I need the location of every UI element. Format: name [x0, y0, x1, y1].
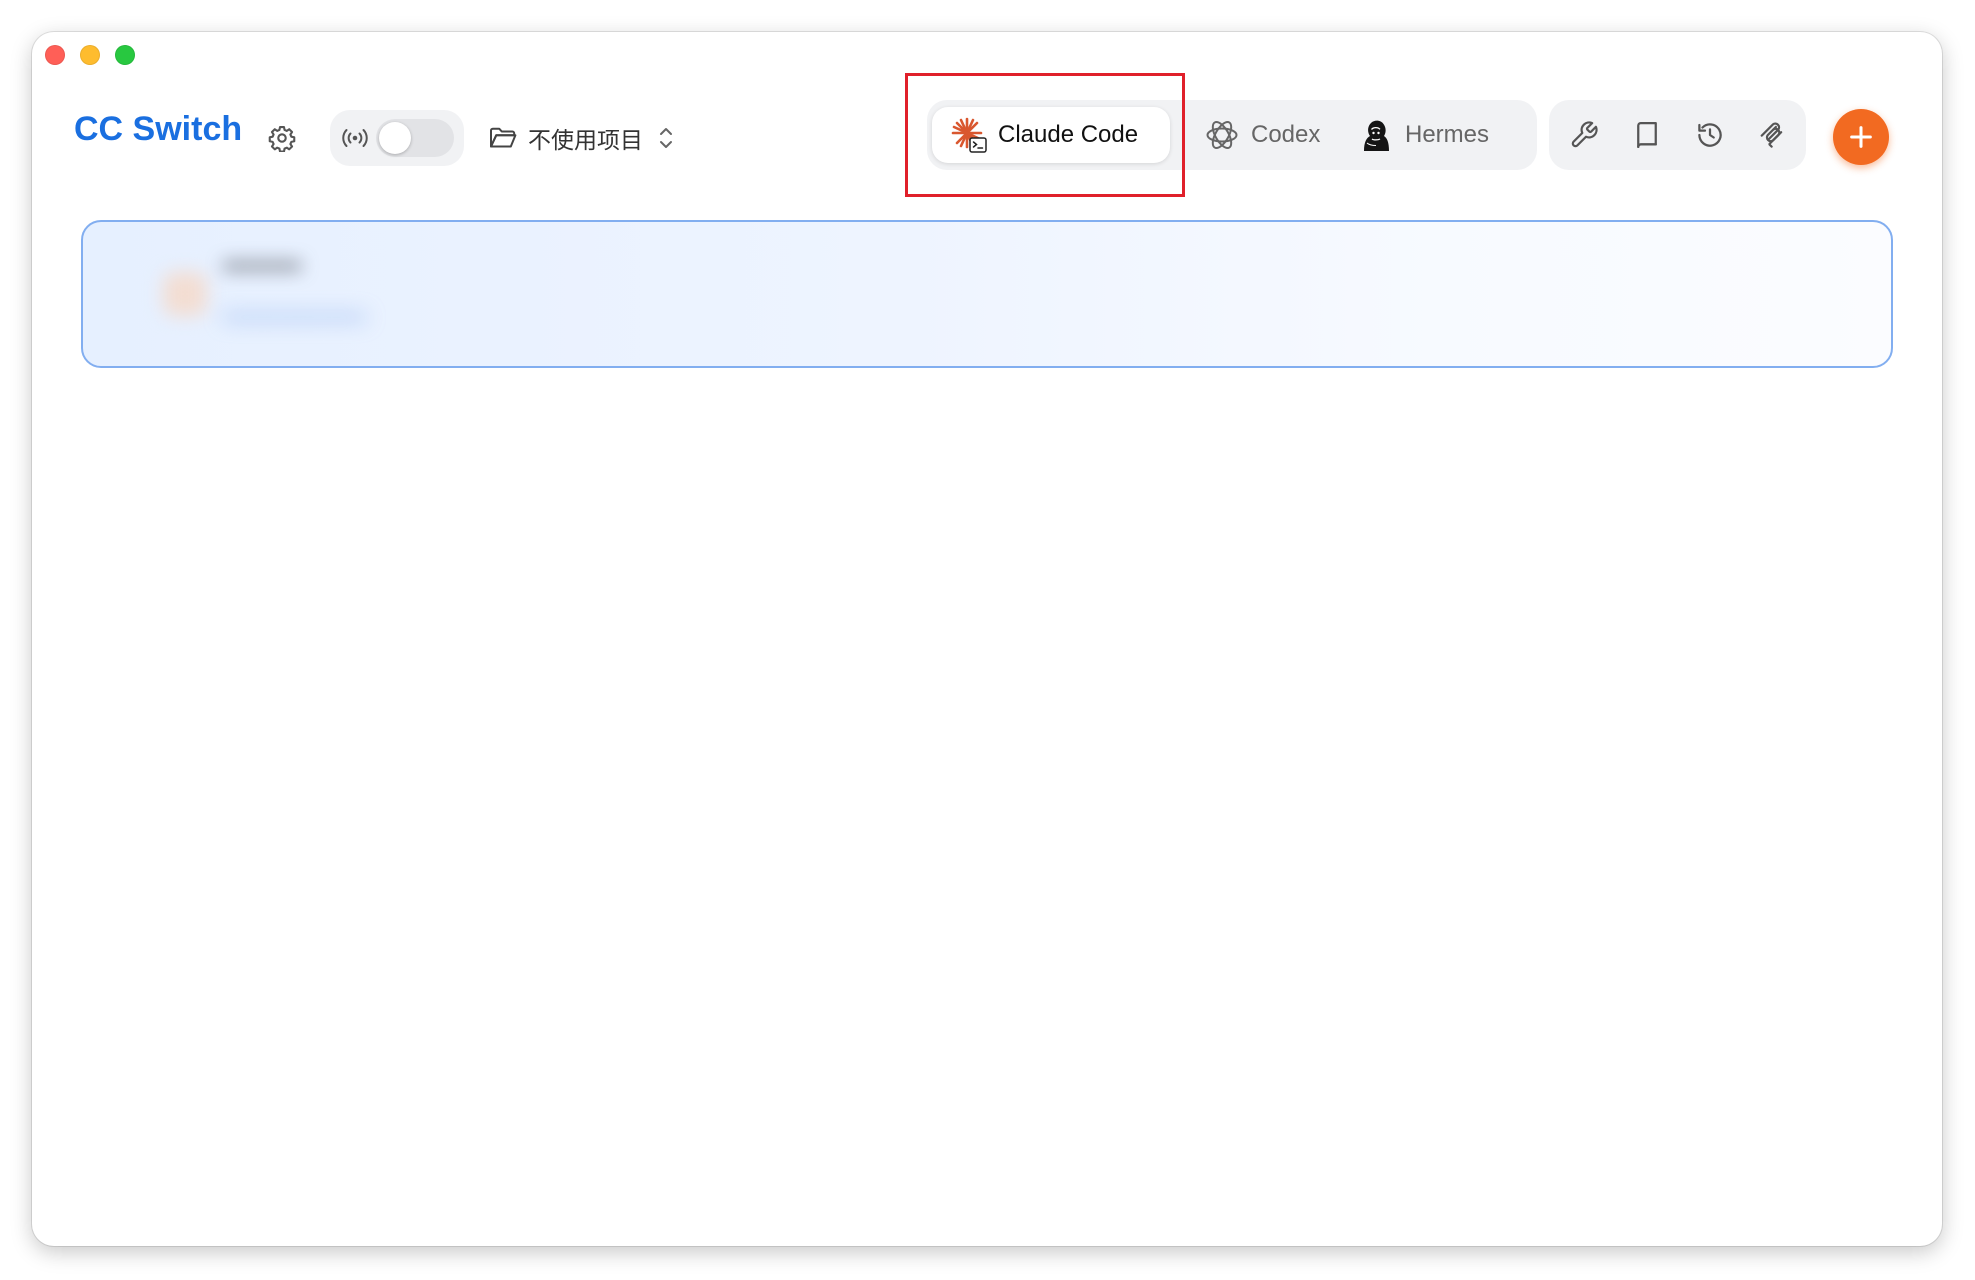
annotation-highlight-box: [905, 73, 1185, 197]
prompts-button[interactable]: [1629, 117, 1665, 153]
book-icon: [1637, 122, 1657, 148]
window-maximize-button[interactable]: [115, 45, 135, 65]
settings-button[interactable]: [264, 120, 300, 156]
proxy-toggle[interactable]: [376, 119, 454, 157]
tab-hermes[interactable]: Hermes: [1339, 107, 1531, 163]
gear-icon: [268, 125, 296, 152]
provider-card[interactable]: •••••••• •••••••••••••••••: [81, 220, 1893, 368]
project-selector-label: 不使用项目: [528, 127, 643, 153]
provider-logo: [163, 272, 207, 316]
history-icon: [1698, 123, 1722, 147]
mcp-button[interactable]: [1755, 117, 1791, 153]
tab-codex[interactable]: Codex: [1185, 107, 1335, 163]
tab-hermes-label: Hermes: [1405, 121, 1490, 148]
app-title: CC Switch: [74, 110, 243, 148]
chevron-up-down-icon: [660, 128, 672, 148]
project-selector[interactable]: 不使用项目: [488, 116, 675, 160]
wrench-icon: [1571, 121, 1598, 148]
tab-codex-label: Codex: [1251, 121, 1321, 148]
screenshot-canvas: CC Switch 不使用项目 Claude Code Codex Hermes…: [0, 0, 1975, 1280]
tools-toolbar: [1549, 100, 1806, 170]
mcp-icon: [1760, 122, 1783, 148]
window-close-button[interactable]: [45, 45, 65, 65]
app-window: CC Switch 不使用项目 Claude Code Codex Hermes…: [32, 32, 1942, 1246]
folder-icon: [490, 127, 517, 148]
toggle-knob: [379, 122, 411, 154]
openai-icon: [1206, 121, 1238, 149]
plus-icon: [1850, 126, 1872, 148]
proxy-toggle-group: [330, 110, 464, 166]
provider-url: •••••••••••••••••: [223, 304, 366, 331]
window-minimize-button[interactable]: [80, 45, 100, 65]
hermes-icon: [1364, 120, 1389, 151]
add-provider-button[interactable]: [1833, 109, 1889, 165]
history-button[interactable]: [1692, 117, 1728, 153]
broadcast-icon: [342, 129, 368, 147]
provider-name: ••••••••: [223, 250, 302, 281]
skills-button[interactable]: [1566, 117, 1602, 153]
